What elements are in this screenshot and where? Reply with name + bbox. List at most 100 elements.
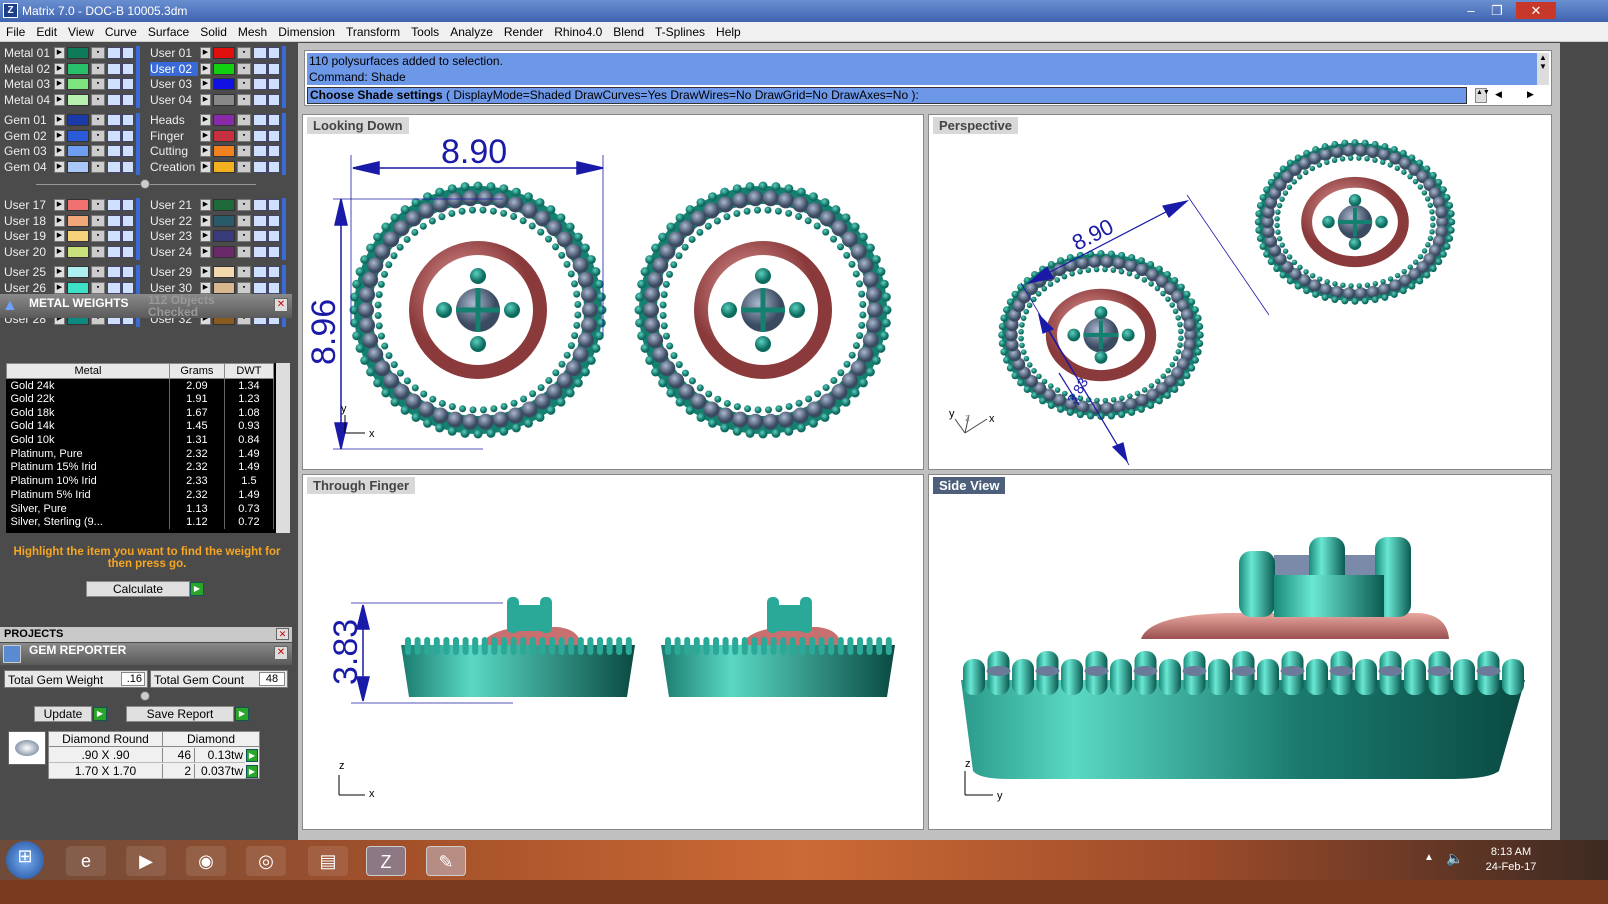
close-icon[interactable]: ✕: [274, 646, 288, 660]
layer-row[interactable]: Gem 01 ▶ ▪: [0, 113, 140, 128]
visibility-icon[interactable]: [253, 62, 267, 75]
layer-name[interactable]: Heads: [150, 113, 198, 127]
layer-color-swatch[interactable]: [213, 47, 235, 59]
viewport-perspective[interactable]: Perspective 8.90 3.83 y z x: [928, 114, 1552, 470]
layer-option-icon[interactable]: [122, 230, 134, 243]
tray-arrow-icon[interactable]: ▲: [1424, 852, 1434, 863]
layer-option-icon[interactable]: [268, 62, 280, 75]
menu-item[interactable]: T-Splines: [649, 22, 710, 39]
layer-color-swatch[interactable]: [67, 47, 89, 59]
layer-option-icon[interactable]: [268, 281, 280, 294]
visibility-icon[interactable]: [107, 94, 121, 107]
expand-icon[interactable]: ▶: [200, 230, 211, 243]
lock-icon[interactable]: ▪: [237, 281, 251, 294]
layer-color-swatch[interactable]: [213, 145, 235, 158]
visibility-icon[interactable]: [253, 94, 267, 107]
layer-row[interactable]: User 02 ▶ ▪: [146, 61, 286, 77]
layer-option-icon[interactable]: [122, 114, 134, 126]
visibility-icon[interactable]: [253, 161, 267, 174]
visibility-icon[interactable]: [253, 214, 267, 227]
layer-row[interactable]: User 20 ▶ ▪: [0, 245, 140, 260]
layer-color-swatch[interactable]: [213, 161, 235, 174]
lock-icon[interactable]: ▪: [237, 47, 251, 59]
chrome-icon[interactable]: ◎: [246, 846, 286, 876]
table-row[interactable]: Platinum, Pure 2.32 1.49: [6, 446, 275, 461]
menu-item[interactable]: Render: [498, 22, 548, 39]
viewport-looking-down[interactable]: Looking Down 8.90 8.96 y x: [302, 114, 924, 470]
layer-option-icon[interactable]: [122, 281, 134, 294]
menu-item[interactable]: Curve: [99, 22, 142, 39]
layer-color-swatch[interactable]: [67, 199, 89, 211]
menu-item[interactable]: Edit: [30, 22, 62, 39]
visibility-icon[interactable]: [107, 266, 121, 278]
layer-option-icon[interactable]: [268, 78, 280, 91]
scroll-right-icon[interactable]: ▶: [1527, 89, 1534, 100]
menu-item[interactable]: Tools: [405, 22, 444, 39]
layer-name[interactable]: Cutting: [150, 144, 198, 158]
visibility-icon[interactable]: [253, 114, 267, 126]
layer-option-icon[interactable]: [268, 214, 280, 227]
expand-icon[interactable]: ▶: [200, 161, 211, 174]
menu-item[interactable]: Mesh: [232, 22, 272, 39]
expand-icon[interactable]: ▶: [54, 94, 65, 107]
close-icon[interactable]: ✕: [1516, 2, 1556, 19]
layer-color-swatch[interactable]: [213, 129, 235, 142]
expand-icon[interactable]: ▶: [54, 214, 65, 227]
lock-icon[interactable]: ▪: [237, 114, 251, 126]
lock-icon[interactable]: ▪: [91, 114, 105, 126]
layer-name[interactable]: Creation: [150, 160, 198, 174]
expand-icon[interactable]: ▶: [54, 246, 65, 259]
internet-explorer-icon[interactable]: e: [66, 846, 106, 876]
lock-icon[interactable]: ▪: [237, 266, 251, 278]
visibility-icon[interactable]: [253, 199, 267, 211]
command-options[interactable]: ( DisplayMode=Shaded DrawCurves=Yes Draw…: [446, 88, 919, 102]
splitter-handle[interactable]: [140, 691, 150, 701]
layer-name[interactable]: Finger: [150, 129, 198, 143]
layer-color-swatch[interactable]: [213, 246, 235, 259]
menu-item[interactable]: View: [62, 22, 99, 39]
viewport-side-view[interactable]: Side View z y: [928, 474, 1552, 830]
table-row[interactable]: Gold 14k 1.45 0.93: [6, 419, 275, 434]
layer-color-swatch[interactable]: [213, 62, 235, 75]
layer-option-icon[interactable]: [268, 129, 280, 142]
layer-row[interactable]: User 21 ▶ ▪: [146, 198, 286, 213]
layer-option-icon[interactable]: [268, 199, 280, 211]
layer-color-swatch[interactable]: [213, 230, 235, 243]
lock-icon[interactable]: ▪: [91, 281, 105, 294]
menu-item[interactable]: Surface: [142, 22, 194, 39]
expand-icon[interactable]: ▶: [200, 94, 211, 107]
expand-icon[interactable]: ▶: [54, 114, 65, 126]
go-icon[interactable]: ▶: [235, 707, 249, 721]
layer-name[interactable]: User 24: [150, 245, 198, 259]
menu-item[interactable]: Transform: [340, 22, 405, 39]
layer-row[interactable]: Metal 02 ▶ ▪: [0, 62, 140, 77]
column-header[interactable]: DWT: [223, 363, 275, 379]
lock-icon[interactable]: ▪: [91, 199, 105, 211]
visibility-icon[interactable]: [107, 199, 121, 211]
layer-color-swatch[interactable]: [213, 199, 235, 211]
table-row[interactable]: Gold 10k 1.31 0.84: [6, 433, 275, 447]
layer-row[interactable]: User 25 ▶ ▪: [0, 265, 140, 280]
layer-row[interactable]: Gem 03 ▶ ▪: [0, 144, 140, 159]
layer-option-icon[interactable]: [122, 214, 134, 227]
layer-option-icon[interactable]: [268, 230, 280, 243]
layer-color-swatch[interactable]: [213, 214, 235, 227]
layer-option-icon[interactable]: [122, 62, 134, 75]
lock-icon[interactable]: ▪: [91, 230, 105, 243]
visibility-icon[interactable]: [253, 266, 267, 278]
layer-option-icon[interactable]: [268, 145, 280, 158]
layer-color-swatch[interactable]: [67, 246, 89, 259]
visibility-icon[interactable]: [107, 129, 121, 142]
layer-row[interactable]: User 22 ▶ ▪: [146, 214, 286, 229]
column-header[interactable]: Metal: [6, 363, 170, 379]
layer-color-swatch[interactable]: [67, 114, 89, 126]
layer-option-icon[interactable]: [268, 114, 280, 126]
visibility-icon[interactable]: [253, 246, 267, 259]
lock-icon[interactable]: ▪: [237, 94, 251, 107]
matrix-app-icon[interactable]: Z: [366, 846, 406, 876]
lock-icon[interactable]: ▪: [91, 62, 105, 75]
layer-option-icon[interactable]: [122, 129, 134, 142]
menu-item[interactable]: Blend: [607, 22, 649, 39]
lock-icon[interactable]: ▪: [237, 199, 251, 211]
expand-icon[interactable]: ▶: [54, 266, 65, 278]
